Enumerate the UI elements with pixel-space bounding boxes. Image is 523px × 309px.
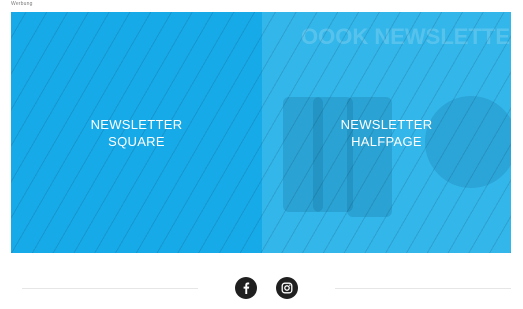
footer (0, 270, 523, 306)
instagram-icon[interactable] (276, 277, 298, 299)
footer-divider-left (22, 288, 198, 289)
newsletter-square-label: NEWSLETTER SQUARE (91, 116, 183, 150)
halfpage-label-line2: HALFPAGE (351, 133, 422, 149)
footer-divider-right (335, 288, 511, 289)
facebook-glyph (243, 282, 250, 294)
newsletter-halfpage-label: NEWSLETTER HALFPAGE (341, 116, 433, 150)
instagram-glyph (281, 282, 293, 294)
halfpage-label-line1: NEWSLETTER (340, 116, 433, 132)
newsletter-square-zone[interactable]: NEWSLETTER SQUARE (11, 12, 262, 253)
newsletter-ad-banner: OOOK NEWSLETTERS NEWSLETTER SQUARE NEWSL… (11, 12, 511, 253)
ad-label: Werbung (11, 1, 33, 7)
square-label-line2: SQUARE (108, 133, 165, 149)
facebook-icon[interactable] (235, 277, 257, 299)
newsletter-halfpage-zone[interactable]: NEWSLETTER HALFPAGE (262, 12, 511, 253)
square-label-line1: NEWSLETTER (90, 116, 183, 132)
